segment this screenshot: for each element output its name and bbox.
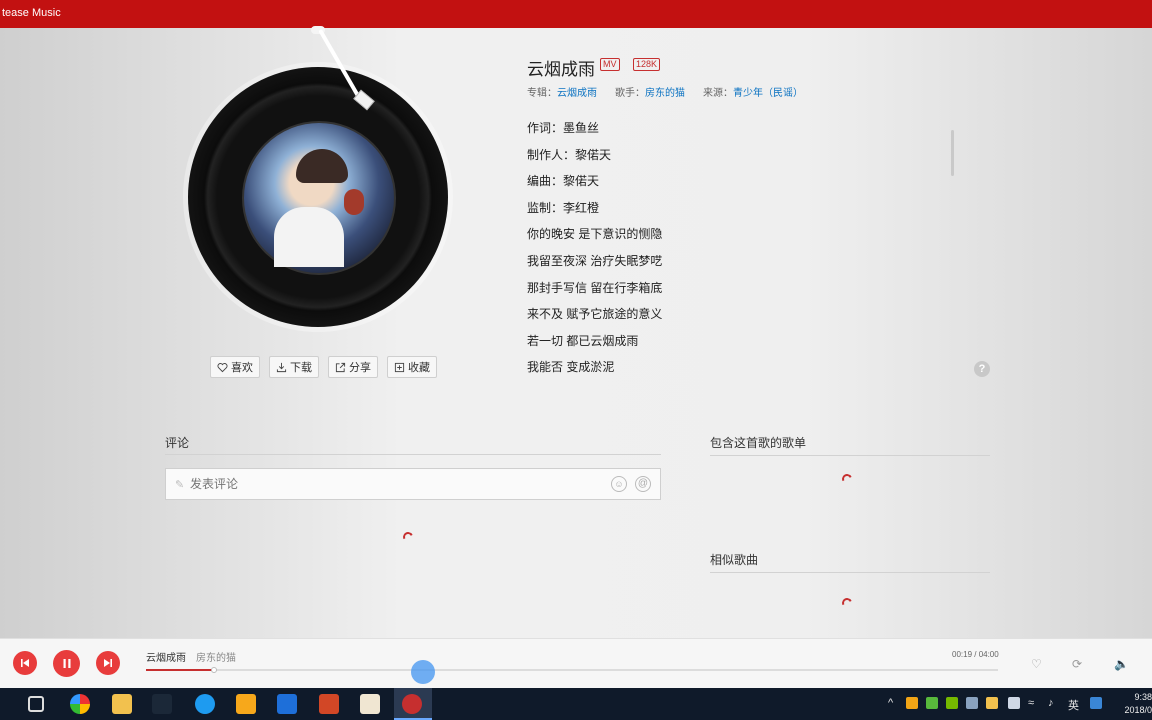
chrome-icon[interactable] [70,694,90,714]
similar-title: 相似歌曲 [710,553,759,567]
powerpoint-icon[interactable] [319,694,339,714]
title-bar: tease Music [0,0,1152,28]
comment-input[interactable] [166,469,596,499]
notification-icon[interactable] [1090,697,1102,709]
share-label: 分享 [349,362,371,374]
progress-knob[interactable] [211,667,218,673]
lyric-line: 我能否 变成淤泥 [527,360,615,373]
lyric-line: 监制：李红橙 [527,200,600,215]
playback-time: 00:19 / 04:00 [952,650,999,659]
download-button[interactable]: 下载 [269,356,319,378]
comments-divider [165,454,661,455]
tray-expand-icon[interactable]: ^ [888,697,893,709]
battery-icon[interactable] [1008,697,1020,709]
window-title: tease Music [2,7,61,19]
taskbar: ^ ≈ ♪ 英 9:38 2018/0 [0,688,1152,720]
comment-box: ✎ ☺ @ [165,468,661,500]
album-info: 专辑：云烟成雨 [527,84,597,99]
playlists-divider [710,455,990,456]
share-icon [335,362,346,372]
netease-music-icon[interactable] [402,694,422,714]
song-actions: 喜欢 下载 分享 收藏 [210,356,437,378]
next-button[interactable] [96,651,120,675]
collect-icon [394,362,405,372]
ime-indicator[interactable]: 英 [1068,697,1079,713]
baidu-netdisk-icon[interactable] [195,694,215,714]
lyric-line: 制作人：黎偌天 [527,147,612,162]
lyrics-scrollbar[interactable] [951,130,954,176]
loop-icon[interactable]: ⟳ [1072,657,1082,671]
artist-label: 歌手： [615,88,645,99]
source-label: 来源： [703,88,733,99]
pointer-highlight [411,660,435,684]
song-title: 云烟成雨 [527,60,595,79]
help-icon[interactable]: ? [974,361,990,377]
lyric-line: 若一切 都已云烟成雨 [527,333,639,348]
file-explorer-icon[interactable] [112,694,132,714]
sticky-app-icon[interactable] [277,694,297,714]
steam-icon[interactable] [152,694,172,714]
download-icon [276,362,287,372]
source-info: 来源：青少年（民谣） [703,84,803,99]
taskbar-clock[interactable]: 9:38 2018/0 [1118,691,1152,717]
progress-fill [146,669,215,671]
like-button[interactable]: 喜欢 [210,356,260,378]
source-link[interactable]: 青少年（民谣） [733,88,803,99]
pause-button[interactable] [53,650,80,677]
heart-icon [217,362,228,372]
download-label: 下载 [290,362,312,374]
pause-icon [63,659,70,668]
now-playing-artist: 房东的猫 [196,653,236,664]
volume-icon[interactable]: 🔈 [1114,657,1129,671]
sublime-icon[interactable] [360,694,380,714]
tray-app-icon[interactable] [906,697,918,709]
lyric-line: 我留至夜深 治疗失眠梦呓 [527,253,663,268]
song-meta: 专辑：云烟成雨 歌手：房东的猫 来源：青少年（民谣） [527,84,803,99]
album-link[interactable]: 云烟成雨 [557,88,597,99]
lyric-line: 你的晚安 是下意识的恻隐 [527,227,663,242]
share-button[interactable]: 分享 [328,356,378,378]
artist-link[interactable]: 房东的猫 [645,88,685,99]
similar-divider [710,572,990,573]
clock-time: 9:38 [1134,692,1152,702]
artist-info: 歌手：房东的猫 [615,84,685,99]
like-label: 喜欢 [231,362,253,374]
collect-label: 收藏 [408,362,430,374]
skip-forward-icon [104,659,112,667]
quality-badge: 128K [633,58,661,71]
tray-security-icon[interactable] [926,697,938,709]
progress-bar[interactable] [146,667,998,673]
player-bar: 云烟成雨 房东的猫 00:19 / 04:00 ♡ ⟳ 🔈 [0,638,1152,688]
playlists-title: 包含这首歌的歌单 [710,436,807,450]
lyric-line: 那封手写信 留在行李箱底 [527,280,663,295]
comments-title: 评论 [165,436,190,450]
album-cover [242,121,396,275]
previous-button[interactable] [13,651,37,675]
collect-button[interactable]: 收藏 [387,356,437,378]
clock-date: 2018/0 [1124,705,1152,715]
task-view-icon[interactable] [28,696,44,712]
emoji-icon[interactable]: ☺ [611,476,627,492]
mv-badge[interactable]: MV [600,58,620,71]
heart-outline-icon[interactable]: ♡ [1031,657,1042,671]
album-label: 专辑： [527,88,557,99]
tray-nvidia-icon[interactable] [946,697,958,709]
tray-steam-icon[interactable] [966,697,978,709]
thunder-icon[interactable] [236,694,256,714]
speaker-icon[interactable]: ♪ [1048,697,1054,709]
wifi-icon[interactable]: ≈ [1028,697,1034,709]
mention-icon[interactable]: @ [635,476,651,492]
skip-back-icon [21,659,29,667]
tray-shield-icon[interactable] [986,697,998,709]
lyric-line: 作词：墨鱼丝 [527,121,600,135]
now-playing-title: 云烟成雨 [146,653,186,664]
lyrics-panel[interactable]: 作词：墨鱼丝 制作人：黎偌天 编曲：黎偌天 监制：李红橙 你的晚安 是下意识的恻… [527,118,957,373]
lyric-line: 来不及 赋予它旅途的意义 [527,307,663,322]
lyric-line: 编曲：黎偌天 [527,174,600,189]
